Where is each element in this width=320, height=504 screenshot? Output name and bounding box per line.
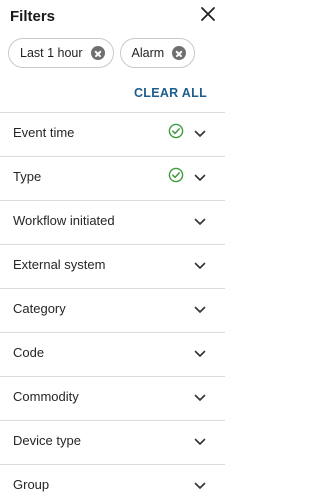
filter-row-event-time[interactable]: Event time bbox=[0, 112, 225, 156]
filter-row-label: Category bbox=[13, 301, 66, 316]
filter-chip-time-range[interactable]: Last 1 hour bbox=[8, 38, 114, 68]
filter-row-group[interactable]: Group bbox=[0, 464, 225, 504]
filter-row-label: Group bbox=[13, 477, 50, 492]
check-circle-icon bbox=[168, 167, 184, 183]
remove-circle-icon[interactable] bbox=[90, 46, 105, 60]
chevron-down-icon[interactable] bbox=[194, 438, 206, 446]
chevron-down-icon[interactable] bbox=[194, 306, 206, 314]
filter-row-label: Event time bbox=[13, 125, 75, 140]
filter-row-label: Code bbox=[13, 345, 45, 360]
filter-row-label: Type bbox=[13, 169, 42, 184]
close-icon bbox=[201, 7, 215, 21]
filter-row-external-system[interactable]: External system bbox=[0, 244, 225, 288]
clear-all-button[interactable]: CLEAR ALL bbox=[134, 86, 207, 100]
close-button[interactable] bbox=[200, 6, 216, 22]
filter-row-workflow-initiated[interactable]: Workflow initiated bbox=[0, 200, 225, 244]
filter-row-label: Device type bbox=[13, 433, 81, 448]
filter-row-device-type[interactable]: Device type bbox=[0, 420, 225, 464]
filter-row-label: External system bbox=[13, 257, 106, 272]
filter-row-label: Workflow initiated bbox=[13, 213, 115, 228]
filter-category-list: Event time Type Workflow initiated External… bbox=[0, 112, 225, 504]
chip-label: Last 1 hour bbox=[20, 46, 83, 60]
chevron-down-icon[interactable] bbox=[194, 262, 206, 270]
chevron-down-icon[interactable] bbox=[194, 174, 206, 182]
chevron-down-icon[interactable] bbox=[194, 394, 206, 402]
filter-row-label: Commodity bbox=[13, 389, 79, 404]
panel-title: Filters bbox=[10, 8, 56, 25]
check-circle-icon bbox=[168, 123, 184, 139]
filter-row-code[interactable]: Code bbox=[0, 332, 225, 376]
active-filter-chips: Last 1 hour Alarm bbox=[8, 38, 217, 68]
chip-label: Alarm bbox=[131, 46, 165, 60]
filter-chip-type[interactable]: Alarm bbox=[119, 38, 196, 68]
remove-circle-icon[interactable] bbox=[172, 46, 187, 60]
chevron-down-icon[interactable] bbox=[194, 482, 206, 490]
chevron-down-icon[interactable] bbox=[194, 130, 206, 138]
filter-row-commodity[interactable]: Commodity bbox=[0, 376, 225, 420]
filter-row-type[interactable]: Type bbox=[0, 156, 225, 200]
filter-row-category[interactable]: Category bbox=[0, 288, 225, 332]
chevron-down-icon[interactable] bbox=[194, 218, 206, 226]
chevron-down-icon[interactable] bbox=[194, 350, 206, 358]
filters-header: Filters bbox=[0, 0, 225, 34]
